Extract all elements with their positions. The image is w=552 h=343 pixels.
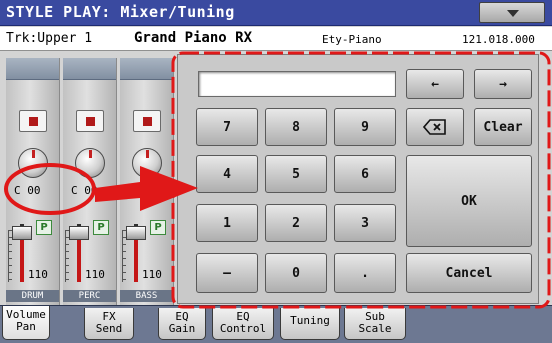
fader-level <box>77 238 81 282</box>
volume-fader[interactable] <box>69 226 89 240</box>
volume-fader[interactable] <box>12 226 32 240</box>
tab-eq-gain[interactable]: EQ Gain <box>158 308 206 340</box>
key-6[interactable]: 6 <box>334 155 396 193</box>
title-bar: STYLE PLAY: Mixer/Tuning <box>0 0 552 26</box>
screen: STYLE PLAY: Mixer/Tuning Trk:Upper 1 Gra… <box>0 0 552 343</box>
channel-header <box>120 58 173 80</box>
key-3[interactable]: 3 <box>334 204 396 242</box>
pan-value: C 00 <box>71 184 98 197</box>
tab-sub-scale[interactable]: Sub Scale <box>344 308 406 340</box>
mute-icon <box>29 117 38 126</box>
pan-knob[interactable] <box>132 148 162 178</box>
volume-value: 110 <box>28 268 48 281</box>
volume-fader[interactable] <box>126 226 146 240</box>
backspace-button[interactable] <box>406 108 464 146</box>
channel-header <box>6 58 59 80</box>
mixer-channels: C 00 P 110 DRUM C 00 P 110 PERC C 00 P 1… <box>6 58 176 310</box>
pan-knob[interactable] <box>75 148 105 178</box>
channel-name: PERC <box>63 290 116 302</box>
cursor-left-button[interactable]: ← <box>406 69 464 99</box>
channel-name: BASS <box>120 290 173 302</box>
channel-strip: C 00 P 110 BASS <box>120 58 174 310</box>
tab-volume-pan[interactable]: Volume Pan <box>2 306 50 340</box>
tab-tuning[interactable]: Tuning <box>280 308 340 340</box>
cancel-button[interactable]: Cancel <box>406 253 532 293</box>
numeric-keypad: ← → 7 8 9 Clear 4 5 6 OK 1 2 3 – 0 . Can… <box>177 54 539 304</box>
pan-value: C 00 <box>128 184 155 197</box>
knob-indicator <box>146 150 149 158</box>
tab-fx-send[interactable]: FX Send <box>84 308 134 340</box>
mute-button[interactable] <box>133 110 161 132</box>
page-title: STYLE PLAY: Mixer/Tuning <box>6 3 235 21</box>
clear-button[interactable]: Clear <box>474 108 532 146</box>
knob-indicator <box>32 150 35 158</box>
key-dot[interactable]: . <box>334 253 396 293</box>
key-1[interactable]: 1 <box>196 204 258 242</box>
play-button[interactable]: P <box>93 220 109 235</box>
knob-indicator <box>89 150 92 158</box>
pan-value: C 00 <box>14 184 41 197</box>
chevron-down-icon <box>507 10 519 17</box>
volume-value: 110 <box>142 268 162 281</box>
keypad-display <box>198 71 396 97</box>
key-minus[interactable]: – <box>196 253 258 293</box>
play-button[interactable]: P <box>150 220 166 235</box>
fader-level <box>134 238 138 282</box>
fader-level <box>20 238 24 282</box>
key-0[interactable]: 0 <box>265 253 327 293</box>
channel-header <box>63 58 116 80</box>
channel-strip: C 00 P 110 PERC <box>63 58 117 310</box>
ok-button[interactable]: OK <box>406 155 532 247</box>
key-7[interactable]: 7 <box>196 108 258 146</box>
page-tabs: Volume Pan FX Send EQ Gain EQ Control Tu… <box>0 305 552 343</box>
key-5[interactable]: 5 <box>265 155 327 193</box>
mute-button[interactable] <box>76 110 104 132</box>
backspace-icon <box>423 119 446 135</box>
mute-button[interactable] <box>19 110 47 132</box>
tab-eq-control[interactable]: EQ Control <box>212 308 274 340</box>
pan-knob[interactable] <box>18 148 48 178</box>
channel-name: DRUM <box>6 290 59 302</box>
mute-icon <box>86 117 95 126</box>
bank-number: 121.018.000 <box>462 33 535 46</box>
mute-icon <box>143 117 152 126</box>
key-9[interactable]: 9 <box>334 108 396 146</box>
volume-value: 110 <box>85 268 105 281</box>
channel-strip: C 00 P 110 DRUM <box>6 58 60 310</box>
page-menu-button[interactable] <box>479 2 545 23</box>
key-4[interactable]: 4 <box>196 155 258 193</box>
key-2[interactable]: 2 <box>265 204 327 242</box>
cursor-right-button[interactable]: → <box>474 69 532 99</box>
key-8[interactable]: 8 <box>265 108 327 146</box>
sound-name[interactable]: Grand Piano RX <box>134 30 252 46</box>
track-info-bar: Trk:Upper 1 Grand Piano RX Ety-Piano 121… <box>0 27 552 51</box>
sound-category: Ety-Piano <box>322 33 382 46</box>
track-label: Trk:Upper 1 <box>6 31 93 46</box>
play-button[interactable]: P <box>36 220 52 235</box>
